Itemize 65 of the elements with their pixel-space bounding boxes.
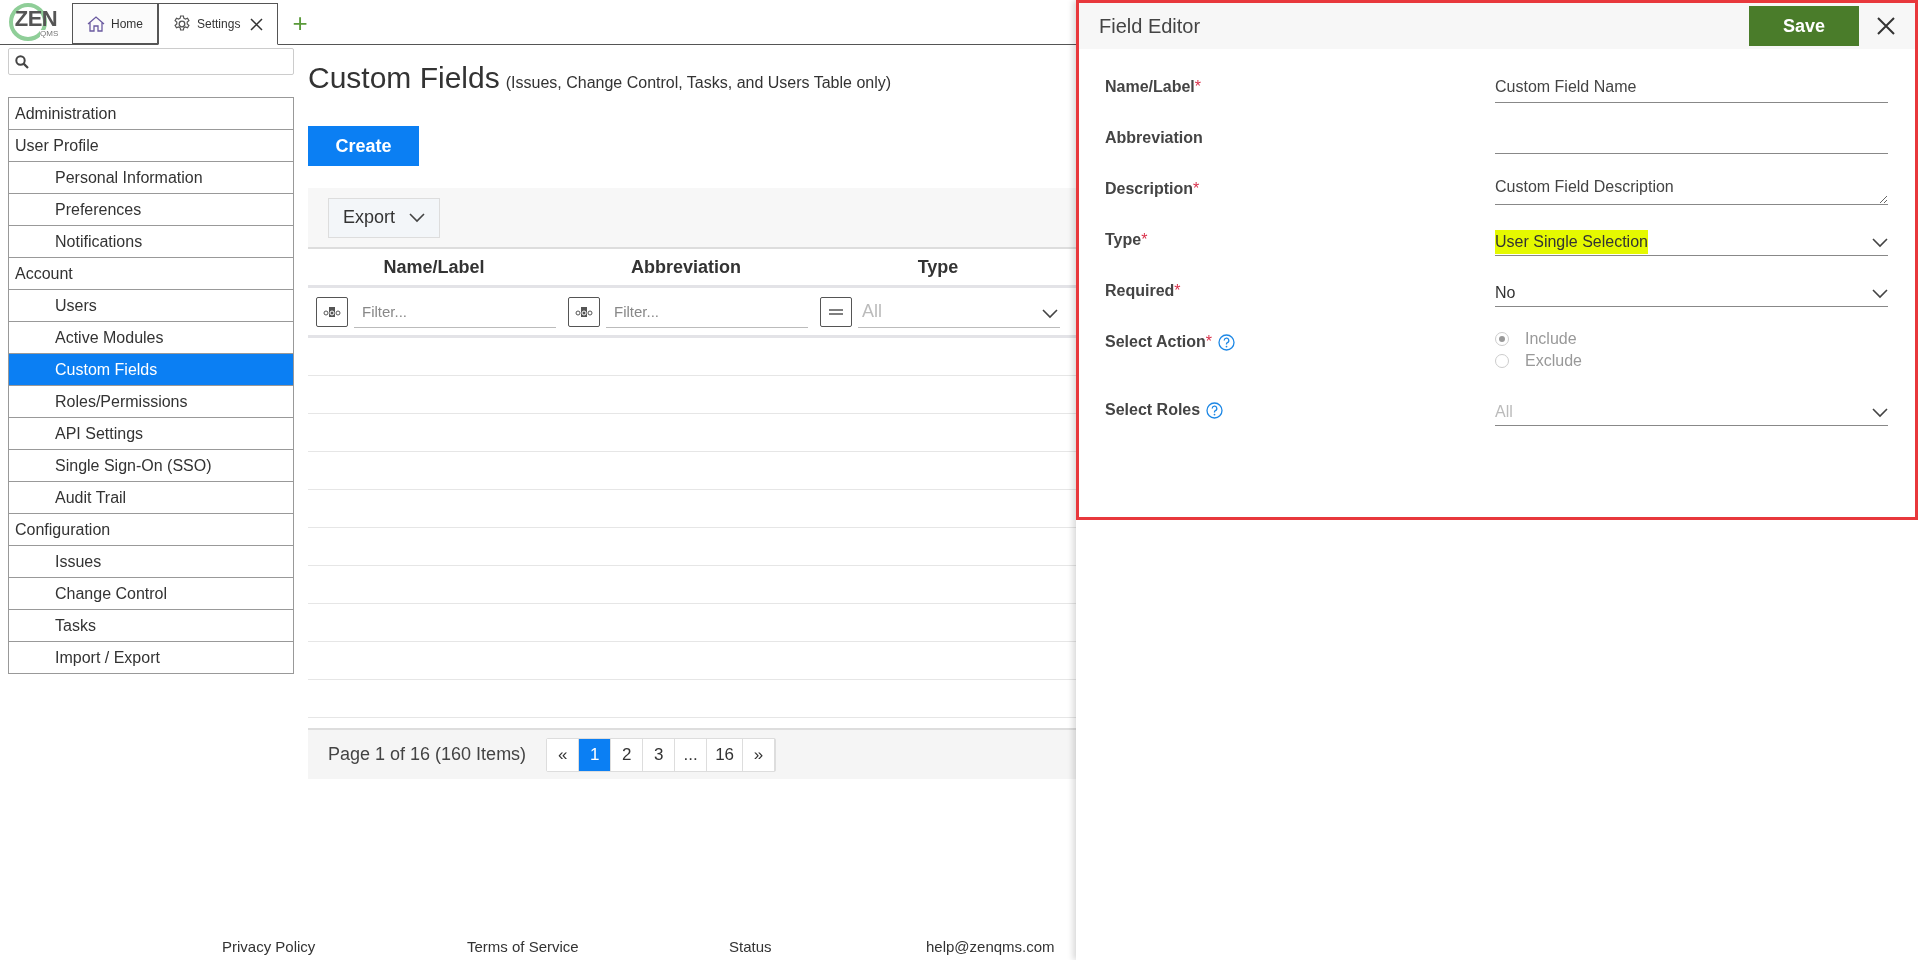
tab[interactable]: Settings xyxy=(158,3,279,45)
column-header[interactable]: Type xyxy=(812,253,1064,281)
sidebar-item[interactable]: Notifications xyxy=(9,226,293,258)
page-button[interactable]: 1 xyxy=(579,738,612,771)
page-title: Custom Fields xyxy=(308,63,500,93)
tab[interactable]: Home xyxy=(72,3,158,44)
page-button[interactable]: « xyxy=(547,738,580,771)
footer-link[interactable]: Terms of Service xyxy=(467,936,579,959)
close-icon[interactable] xyxy=(250,17,264,31)
help-icon[interactable] xyxy=(1206,401,1224,419)
field-label: Type* xyxy=(1105,230,1148,250)
page-summary: Page 1 of 16 (160 Items) xyxy=(328,743,527,766)
panel-title: Field Editor xyxy=(1099,14,1202,39)
column-header[interactable]: Abbreviation xyxy=(560,253,812,281)
sidebar-item[interactable]: Tasks xyxy=(9,610,293,642)
footer-link[interactable]: help@zenqms.com xyxy=(926,936,1055,959)
chevron-down-icon[interactable] xyxy=(1872,238,1888,248)
chevron-down-icon xyxy=(409,212,426,223)
sidebar-item[interactable]: Preferences xyxy=(9,194,293,226)
sidebar-item[interactable]: Audit Trail xyxy=(9,482,293,514)
field-label: Abbreviation xyxy=(1105,128,1203,148)
field-label: Name/Label* xyxy=(1105,77,1202,97)
description-field[interactable]: Custom Field Description xyxy=(1495,173,1888,205)
export-button[interactable]: Export xyxy=(328,197,441,238)
text-field[interactable]: Custom Field Name xyxy=(1495,71,1888,103)
filter-field[interactable]: Filter... xyxy=(354,295,556,328)
text-filter-icon[interactable] xyxy=(568,296,600,327)
footer-link[interactable]: Status xyxy=(729,936,772,959)
home-icon xyxy=(87,15,105,32)
footer-link[interactable]: Privacy Policy xyxy=(222,936,316,959)
column-header[interactable]: Name/Label xyxy=(308,253,560,281)
sidebar-item[interactable]: Import / Export xyxy=(9,642,293,674)
sidebar-item[interactable]: Personal Information xyxy=(9,162,293,194)
sidebar-item[interactable]: API Settings xyxy=(9,418,293,450)
sidebar-item[interactable]: Single Sign-On (SSO) xyxy=(9,450,293,482)
chevron-down-icon[interactable] xyxy=(1042,308,1058,319)
save-button[interactable]: Save xyxy=(1749,6,1859,46)
sidebar-item[interactable]: Issues xyxy=(9,546,293,578)
sidebar-item[interactable]: Account xyxy=(9,258,293,290)
chevron-down-icon[interactable] xyxy=(1872,289,1888,299)
equals-filter-icon[interactable] xyxy=(820,296,852,327)
page-subtitle: (Issues, Change Control, Tasks, and Users Table only) xyxy=(505,73,892,93)
search-field[interactable] xyxy=(8,48,294,75)
tab-label: Home xyxy=(111,15,143,33)
sidebar-item[interactable]: Custom Fields xyxy=(9,354,293,386)
sidebar-item[interactable]: Configuration xyxy=(9,514,293,546)
sidebar-item[interactable]: Users xyxy=(9,290,293,322)
field-label: Required* xyxy=(1105,281,1181,301)
sidebar-item[interactable]: Administration xyxy=(9,98,293,130)
close-icon[interactable] xyxy=(1877,17,1895,35)
search-icon xyxy=(15,54,29,69)
dropdown-field[interactable]: User Single Selection xyxy=(1495,224,1888,256)
chevron-down-icon[interactable] xyxy=(1872,408,1888,418)
sidebar-item[interactable]: Roles/Permissions xyxy=(9,386,293,418)
sidebar-item[interactable]: Change Control xyxy=(9,578,293,610)
field-label: Description* xyxy=(1105,179,1200,199)
filter-field[interactable]: Filter... xyxy=(606,295,808,328)
dropdown-field[interactable]: No xyxy=(1495,275,1888,307)
field-label: Select Action* xyxy=(1105,332,1212,352)
sidebar-item[interactable]: User Profile xyxy=(9,130,293,162)
create-button[interactable]: Create xyxy=(308,126,419,166)
field-label: Select Roles xyxy=(1105,400,1201,420)
tab-label: Settings xyxy=(197,16,241,33)
gear-icon xyxy=(173,15,191,33)
text-filter-icon[interactable] xyxy=(316,296,348,327)
